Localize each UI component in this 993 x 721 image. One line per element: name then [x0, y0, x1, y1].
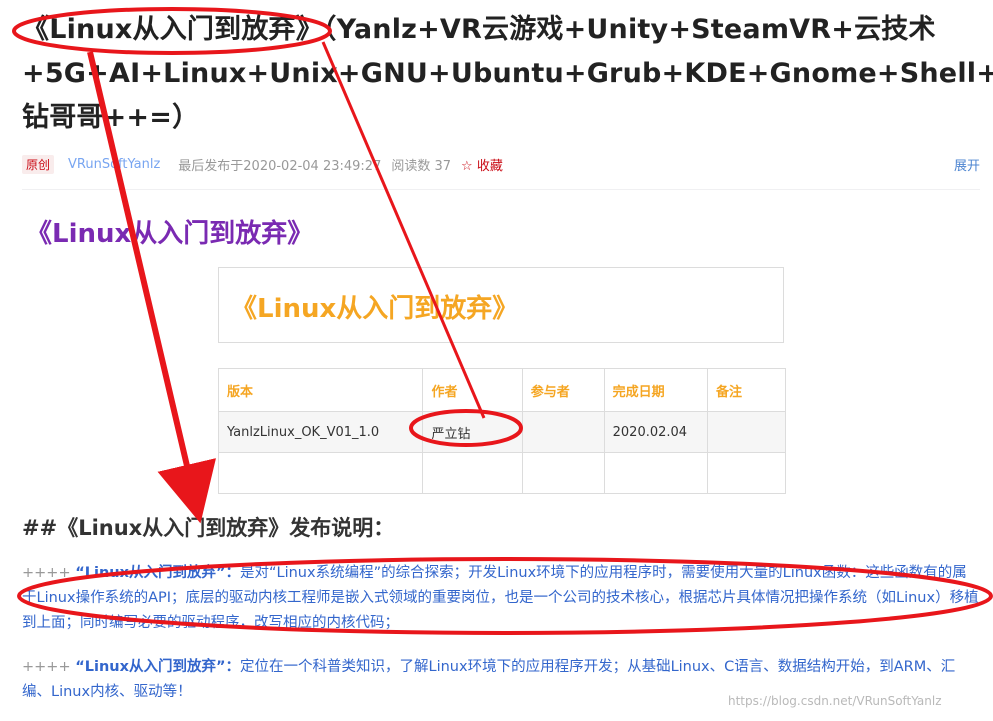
main-heading: 《Linux从入门到放弃》: [26, 219, 314, 249]
table-header-author: 作者: [422, 368, 523, 412]
table-cell-author: [422, 452, 523, 494]
table-cell-version: [217, 452, 424, 494]
table-row: YanlzLinux_OK_V01_1.0 严立钻 2020.02.04: [217, 411, 787, 453]
paragraph-prefix: ++++: [22, 565, 71, 581]
table-header-row: 版本 作者 参与者 完成日期 备注: [217, 368, 787, 412]
card-title: 《Linux从入门到放弃》: [231, 294, 519, 324]
author-link[interactable]: VRunSoftYanlz: [68, 157, 160, 172]
table-cell-notes: [706, 452, 787, 494]
table-header-participants: 参与者: [521, 368, 605, 412]
article-title: 《Linux从入门到放弃》（Yanlz+VR云游戏+Unity+SteamVR+…: [22, 14, 993, 133]
original-badge: 原创: [22, 154, 55, 174]
divider: [22, 189, 980, 190]
table-cell-date: [603, 452, 708, 494]
table-header-notes: 备注: [706, 368, 787, 412]
table-header-version: 版本: [217, 368, 424, 412]
table-cell-date: 2020.02.04: [603, 411, 708, 453]
table-cell-notes: [706, 411, 787, 453]
paragraph-emphasis: “Linux从入门到放弃”：: [75, 659, 240, 675]
paragraph-prefix: ++++: [22, 659, 71, 675]
table-cell-author: 严立钻: [422, 411, 523, 453]
table-header-date: 完成日期: [603, 368, 708, 412]
table-row: [217, 452, 787, 494]
paragraph-emphasis: “Linux从入门到放弃”：: [75, 565, 240, 581]
table-cell-participants: [521, 452, 605, 494]
article-meta: 原创 VRunSoftYanlz 最后发布于2020-02-04 23:49:2…: [22, 152, 980, 176]
publish-time: 最后发布于2020-02-04 23:49:27: [178, 158, 382, 174]
watermark-url: https://blog.csdn.net/VRunSoftYanlz: [728, 694, 942, 708]
read-count: 阅读数 37: [391, 158, 452, 174]
version-table: 版本 作者 参与者 完成日期 备注 YanlzLinux_OK_V01_1.0 …: [217, 368, 787, 494]
table-cell-version: YanlzLinux_OK_V01_1.0: [217, 411, 424, 453]
paragraph-description: ++++ “Linux从入门到放弃”：是对“Linux系统编程”的综合探索；开发…: [22, 561, 980, 636]
title-card: 《Linux从入门到放弃》: [218, 267, 784, 343]
collect-button[interactable]: ☆ 收藏: [461, 155, 503, 174]
section-heading: ##《Linux从入门到放弃》发布说明：: [22, 516, 395, 540]
expand-button[interactable]: 展开: [954, 155, 980, 174]
table-cell-participants: [521, 411, 605, 453]
